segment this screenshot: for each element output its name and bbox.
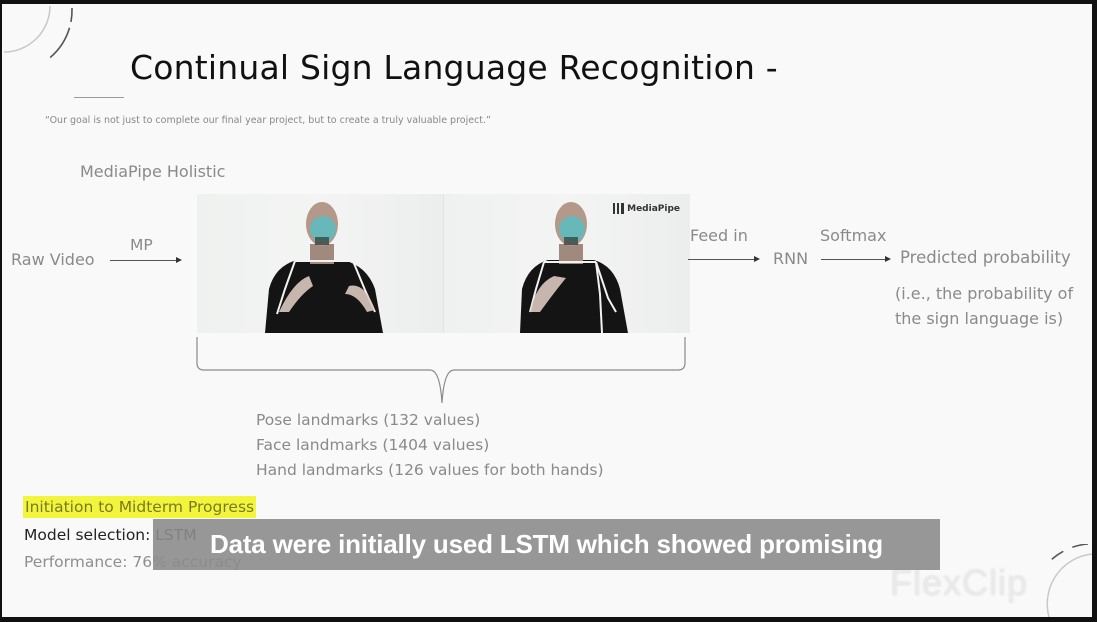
output-note-line-1: (i.e., the probability of <box>895 284 1074 303</box>
title-underline <box>74 97 124 98</box>
signer-figure-left <box>265 202 383 333</box>
slide-quote: “Our goal is not just to complete our fi… <box>45 115 491 126</box>
mediapipe-logo-text: MediaPipe <box>627 203 680 214</box>
arrow-softmax-icon <box>821 256 891 262</box>
curly-brace-icon <box>196 337 686 404</box>
output-note-line-2: the sign language is) <box>895 309 1064 328</box>
mediapipe-video-preview: MediaPipe <box>197 194 690 333</box>
video-frame-right: MediaPipe <box>444 194 690 333</box>
predicted-probability-label: Predicted probability <box>900 248 1071 267</box>
arrow-raw-to-mediapipe-icon <box>110 257 182 263</box>
landmark-item-pose: Pose landmarks (132 values) <box>256 411 481 429</box>
rnn-label: RNN <box>773 249 809 268</box>
video-frame-left <box>197 194 443 333</box>
decorative-arcs-top-left <box>3 5 73 73</box>
raw-video-label: Raw Video <box>11 250 95 269</box>
signer-figure-right <box>520 202 628 333</box>
slide-title: Continual Sign Language Recognition - <box>130 48 778 87</box>
feed-in-label: Feed in <box>690 226 748 245</box>
video-subtitle-caption: Data were initially used LSTM which show… <box>153 519 940 570</box>
mediapipe-logo: MediaPipe <box>613 203 680 214</box>
mediapipe-logo-icon <box>613 203 625 214</box>
decorative-arcs-bottom-right <box>1030 544 1092 617</box>
landmark-item-hand: Hand landmarks (126 values for both hand… <box>256 461 604 479</box>
landmarks-list: Pose landmarks (132 values) Face landmar… <box>256 408 604 483</box>
mp-arrow-label: MP <box>130 236 153 254</box>
mediapipe-holistic-label: MediaPipe Holistic <box>80 162 226 181</box>
landmark-item-face: Face landmarks (1404 values) <box>256 436 490 454</box>
progress-heading-highlighted: Initiation to Midterm Progress <box>23 496 257 518</box>
softmax-label: Softmax <box>820 226 887 245</box>
arrow-feed-in-icon <box>688 256 760 262</box>
